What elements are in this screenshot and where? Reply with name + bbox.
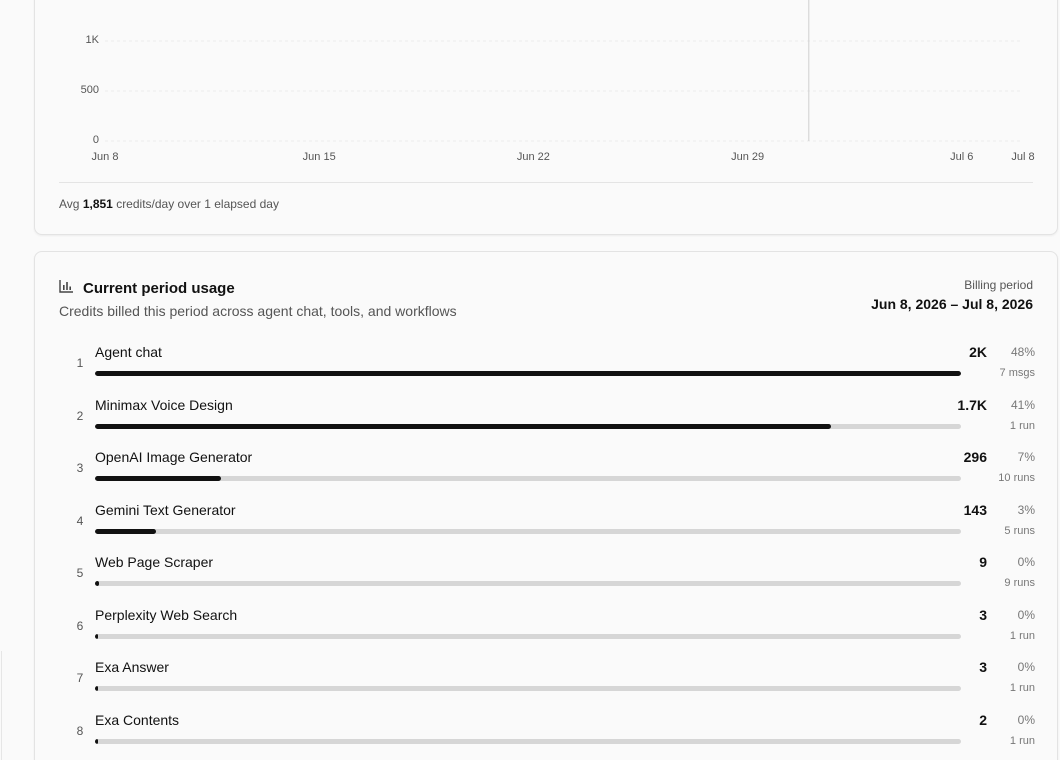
- usage-row[interactable]: 1 Agent chat 2K 48% 7 msgs: [35, 341, 1059, 393]
- usage-row[interactable]: 8 Exa Contents 2 0% 1 run: [35, 709, 1059, 760]
- usage-row-percent: 0%: [1017, 660, 1035, 674]
- usage-bar-fill: [95, 581, 100, 586]
- usage-bar-track: [95, 371, 961, 376]
- usage-row[interactable]: 4 Gemini Text Generator 143 3% 5 runs: [35, 499, 1059, 551]
- x-tick-label: Jun 29: [731, 151, 765, 163]
- usage-title-group: Current period usage: [59, 279, 235, 298]
- usage-bar-fill: [95, 528, 157, 534]
- usage-row-rank: 8: [76, 723, 84, 738]
- usage-row-percent: 0%: [1017, 712, 1035, 727]
- usage-row-name: Agent chat: [95, 344, 162, 360]
- usage-bar-fill: [95, 423, 832, 429]
- usage-row[interactable]: 5 Web Page Scraper 9 0% 9 runs: [35, 551, 1059, 603]
- usage-row-percent: 48%: [1010, 345, 1035, 359]
- usage-row-credits: 9: [979, 554, 987, 570]
- usage-title: Current period usage: [83, 280, 235, 297]
- usage-row[interactable]: 2 Minimax Voice Design 1.7K 41% 1 run: [35, 394, 1059, 446]
- daily-credits-card: 1K 500 0 Jun 8 Jun 15 Jun 22 Jun 29 Jul 6 Jul 8 …: [34, 0, 1058, 235]
- avg-prefix: Avg: [59, 197, 80, 211]
- avg-suffix: credits/day over 1 elapsed day: [116, 197, 279, 211]
- x-tick-label: Jun 8: [91, 151, 119, 163]
- usage-bar-track: [95, 476, 961, 481]
- usage-row-count: 1 run: [1009, 629, 1035, 642]
- usage-row-count: 1 run: [1009, 419, 1035, 432]
- usage-row[interactable]: 6 Perplexity Web Search 3 0% 1 run: [35, 604, 1059, 656]
- usage-row-name: Minimax Voice Design: [95, 396, 233, 413]
- usage-row-rank: 1: [76, 356, 84, 370]
- usage-row-count: 10 runs: [998, 472, 1035, 484]
- usage-row-name: Gemini Text Generator: [95, 501, 236, 518]
- current-period-usage-card: Current period usage Credits billed this…: [34, 251, 1058, 760]
- usage-bar-fill: [95, 371, 961, 376]
- usage-bar-track: [95, 581, 961, 586]
- usage-row-credits: 2K: [969, 344, 987, 360]
- bar-chart-icon: [59, 279, 74, 298]
- x-tick-label: Jul 8: [1011, 151, 1035, 163]
- chart-divider: [59, 182, 1033, 183]
- x-tick-label: Jun 15: [302, 151, 336, 163]
- usage-row-credits: 1.7K: [957, 396, 987, 413]
- billing-period: Billing period Jun 8, 2026 – Jul 8, 2026: [871, 278, 1033, 312]
- usage-row-count: 5 runs: [1004, 524, 1035, 537]
- usage-row-credits: 143: [963, 501, 987, 518]
- usage-row-rank: 2: [76, 408, 84, 423]
- usage-bar-fill: [95, 476, 222, 481]
- billing-period-range: Jun 8, 2026 – Jul 8, 2026: [871, 296, 1033, 312]
- usage-row-count: 1 run: [1009, 682, 1035, 694]
- usage-subtitle: Credits billed this period across agent …: [59, 303, 457, 319]
- usage-row[interactable]: 7 Exa Answer 3 0% 1 run: [35, 656, 1059, 708]
- usage-bar-track: [95, 528, 961, 534]
- usage-row-name: OpenAI Image Generator: [95, 449, 253, 465]
- usage-row-rank: 7: [76, 671, 84, 685]
- usage-bar-track: [95, 686, 961, 691]
- usage-row-credits: 3: [979, 659, 987, 675]
- usage-row-rank: 4: [76, 513, 84, 528]
- sidebar-edge: [1, 651, 2, 760]
- usage-bar-track: [95, 738, 961, 744]
- x-tick-label: Jul 6: [950, 151, 974, 163]
- usage-row-count: 9 runs: [1004, 577, 1035, 589]
- y-tick-label: 1K: [85, 34, 99, 46]
- usage-row-name: Exa Contents: [95, 711, 180, 728]
- usage-row-percent: 0%: [1017, 607, 1035, 622]
- usage-bar-track: [95, 423, 961, 429]
- usage-row-name: Perplexity Web Search: [95, 606, 238, 623]
- x-tick-label: Jun 22: [516, 151, 550, 163]
- usage-row-rank: 3: [76, 461, 84, 475]
- daily-credits-chart: [105, 0, 1023, 142]
- usage-bar-fill: [95, 686, 98, 691]
- usage-bar-track: [95, 633, 961, 639]
- usage-row-count: 1 run: [1009, 734, 1035, 747]
- usage-row-percent: 7%: [1017, 450, 1035, 464]
- usage-page: 1K 500 0 Jun 8 Jun 15 Jun 22 Jun 29 Jul 6 Jul 8 …: [0, 0, 1060, 760]
- avg-credits-summary: Avg 1,851 credits/day over 1 elapsed day: [59, 197, 279, 211]
- usage-row-percent: 41%: [1010, 397, 1035, 412]
- usage-row-percent: 0%: [1017, 555, 1035, 569]
- usage-row-rank: 5: [76, 566, 84, 580]
- billing-period-label: Billing period: [964, 278, 1033, 292]
- avg-value: 1,851: [82, 197, 113, 211]
- y-tick-label: 500: [80, 84, 99, 96]
- usage-row-credits: 2: [979, 711, 987, 728]
- usage-bar-fill: [95, 738, 98, 744]
- usage-row-credits: 3: [979, 606, 987, 623]
- usage-bar-fill: [95, 633, 98, 639]
- usage-row-count: 7 msgs: [999, 367, 1035, 379]
- usage-row-rank: 6: [76, 618, 84, 633]
- usage-row-percent: 3%: [1017, 502, 1035, 517]
- usage-row-name: Web Page Scraper: [95, 554, 214, 570]
- y-tick-label: 0: [92, 134, 99, 146]
- usage-row-credits: 296: [963, 449, 987, 465]
- usage-row-name: Exa Answer: [95, 659, 169, 675]
- usage-row[interactable]: 3 OpenAI Image Generator 296 7% 10 runs: [35, 446, 1059, 498]
